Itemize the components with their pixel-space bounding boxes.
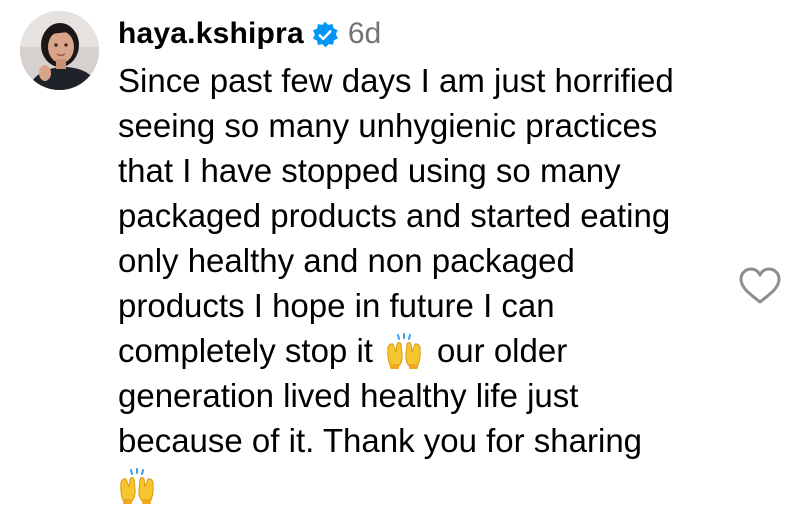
comment-line: completely stop it our older: [118, 328, 718, 373]
comment-line: Since past few days I am just horrified: [118, 58, 718, 103]
verified-badge-icon: [311, 21, 339, 49]
comment-line-text: that I have stopped using so many: [118, 152, 621, 189]
comment-line: only healthy and non packaged: [118, 238, 718, 283]
comment-line-text: products I hope in future I can: [118, 287, 555, 324]
comment-line: packaged products and started eating: [118, 193, 718, 238]
comment-time: 6d: [347, 17, 382, 50]
avatar[interactable]: [20, 11, 99, 90]
comment-header: haya.kshipra 6d: [118, 10, 381, 58]
comment-line-text: packaged products and started eating: [118, 197, 671, 234]
comment-line: seeing so many unhygienic practices: [118, 103, 718, 148]
comment-line: [118, 463, 718, 508]
comment-line-text: Since past few days I am just horrified: [118, 62, 674, 99]
username-link[interactable]: haya.kshipra: [118, 17, 304, 51]
comment-line-text: generation lived healthy life just: [118, 377, 579, 414]
like-button[interactable]: [738, 266, 782, 306]
raising-hands-emoji-icon: [118, 467, 156, 505]
comment-line-text: because of it. Thank you for sharing: [118, 422, 643, 459]
comment-text: Since past few days I am just horrified …: [118, 58, 718, 508]
comment-line: products I hope in future I can: [118, 283, 718, 328]
comment-line-text: completely stop it: [118, 332, 373, 369]
comment-line-text: our older: [436, 332, 568, 369]
comment-line: that I have stopped using so many: [118, 148, 718, 193]
comment-line-text: only healthy and non packaged: [118, 242, 575, 279]
heart-outline-icon: [739, 267, 781, 304]
comment-line: because of it. Thank you for sharing: [118, 418, 718, 463]
raising-hands-emoji-icon: [385, 332, 423, 370]
profile-photo-icon: [20, 11, 99, 90]
comment: haya.kshipra 6d Since past few days I am…: [0, 0, 800, 531]
comment-line-text: seeing so many unhygienic practices: [118, 107, 658, 144]
comment-line: generation lived healthy life just: [118, 373, 718, 418]
